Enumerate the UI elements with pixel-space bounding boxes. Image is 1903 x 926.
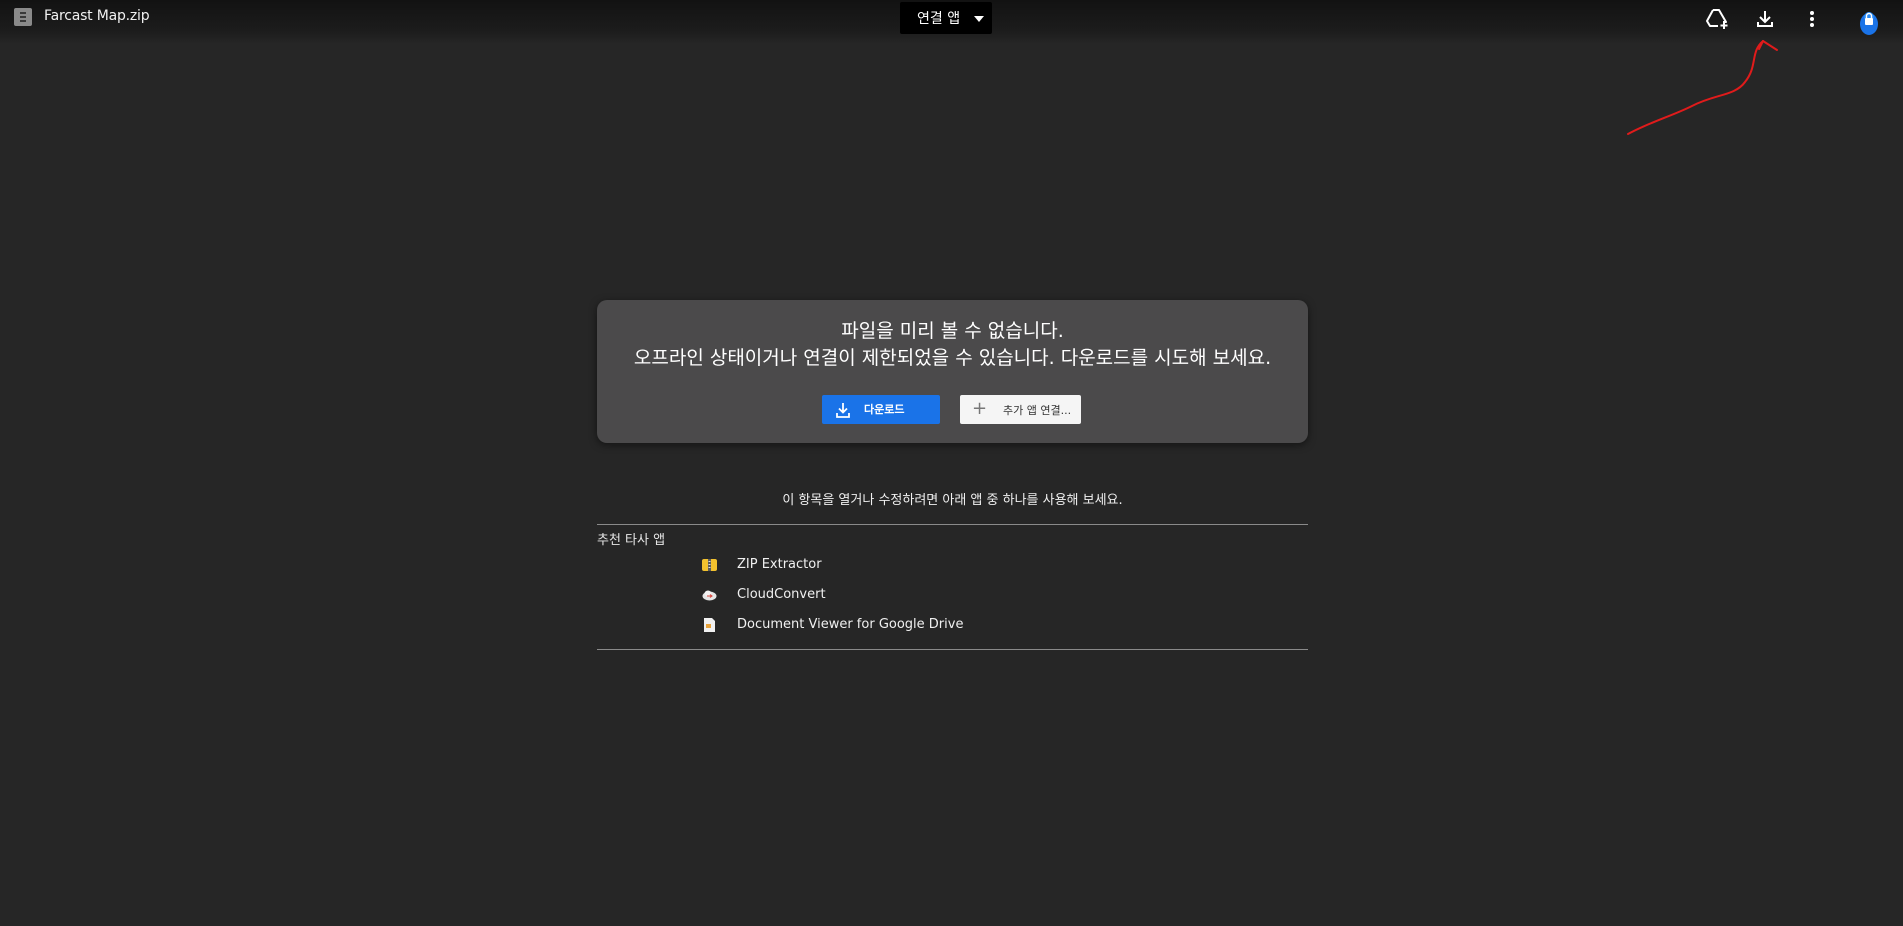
divider-top	[597, 524, 1308, 525]
download-button-label: 다운로드	[864, 403, 905, 416]
file-title: Farcast Map.zip	[44, 8, 150, 24]
document-viewer-icon	[702, 617, 717, 632]
app-name: ZIP Extractor	[737, 557, 822, 572]
more-options-icon[interactable]	[1800, 7, 1824, 31]
app-name: Document Viewer for Google Drive	[737, 617, 964, 632]
download-button[interactable]: 다운로드	[822, 395, 940, 424]
plus-icon: +	[972, 398, 988, 419]
preview-unavailable-title: 파일을 미리 볼 수 없습니다.	[841, 320, 1064, 342]
preview-unavailable-message: 오프라인 상태이거나 연결이 제한되었을 수 있습니다. 다운로드를 시도해 보…	[633, 347, 1272, 369]
open-with-hint: 이 항목을 열거나 수정하려면 아래 앱 중 하나를 사용해 보세요.	[782, 493, 1123, 508]
annotation-arrow	[1627, 40, 1778, 135]
download-icon[interactable]	[1753, 7, 1777, 31]
app-item-zip-extractor[interactable]: ZIP Extractor	[700, 554, 1100, 576]
cloudconvert-icon	[702, 587, 717, 601]
download-icon	[834, 401, 852, 419]
connect-more-apps-label: 추가 앱 연결...	[1003, 404, 1072, 417]
preview-unavailable-card: 파일을 미리 볼 수 없습니다. 오프라인 상태이거나 연결이 제한되었을 수 …	[597, 300, 1308, 443]
top-bar: Farcast Map.zip 연결 앱	[0, 0, 1903, 44]
zip-extractor-icon	[702, 557, 717, 571]
caret-down-icon	[974, 16, 984, 22]
connect-more-apps-button[interactable]: + 추가 앱 연결...	[960, 395, 1081, 424]
app-name: CloudConvert	[737, 587, 826, 602]
zip-file-icon	[14, 8, 32, 26]
account-avatar-icon[interactable]	[1859, 8, 1879, 36]
suggested-apps-title: 추천 타사 앱	[597, 533, 666, 548]
open-with-button[interactable]: 연결 앱	[900, 2, 992, 34]
open-with-label: 연결 앱	[917, 11, 961, 27]
app-item-cloudconvert[interactable]: CloudConvert	[700, 584, 1100, 606]
divider-bottom	[597, 649, 1308, 650]
app-item-document-viewer[interactable]: Document Viewer for Google Drive	[700, 614, 1100, 636]
add-to-drive-icon[interactable]	[1705, 7, 1729, 31]
